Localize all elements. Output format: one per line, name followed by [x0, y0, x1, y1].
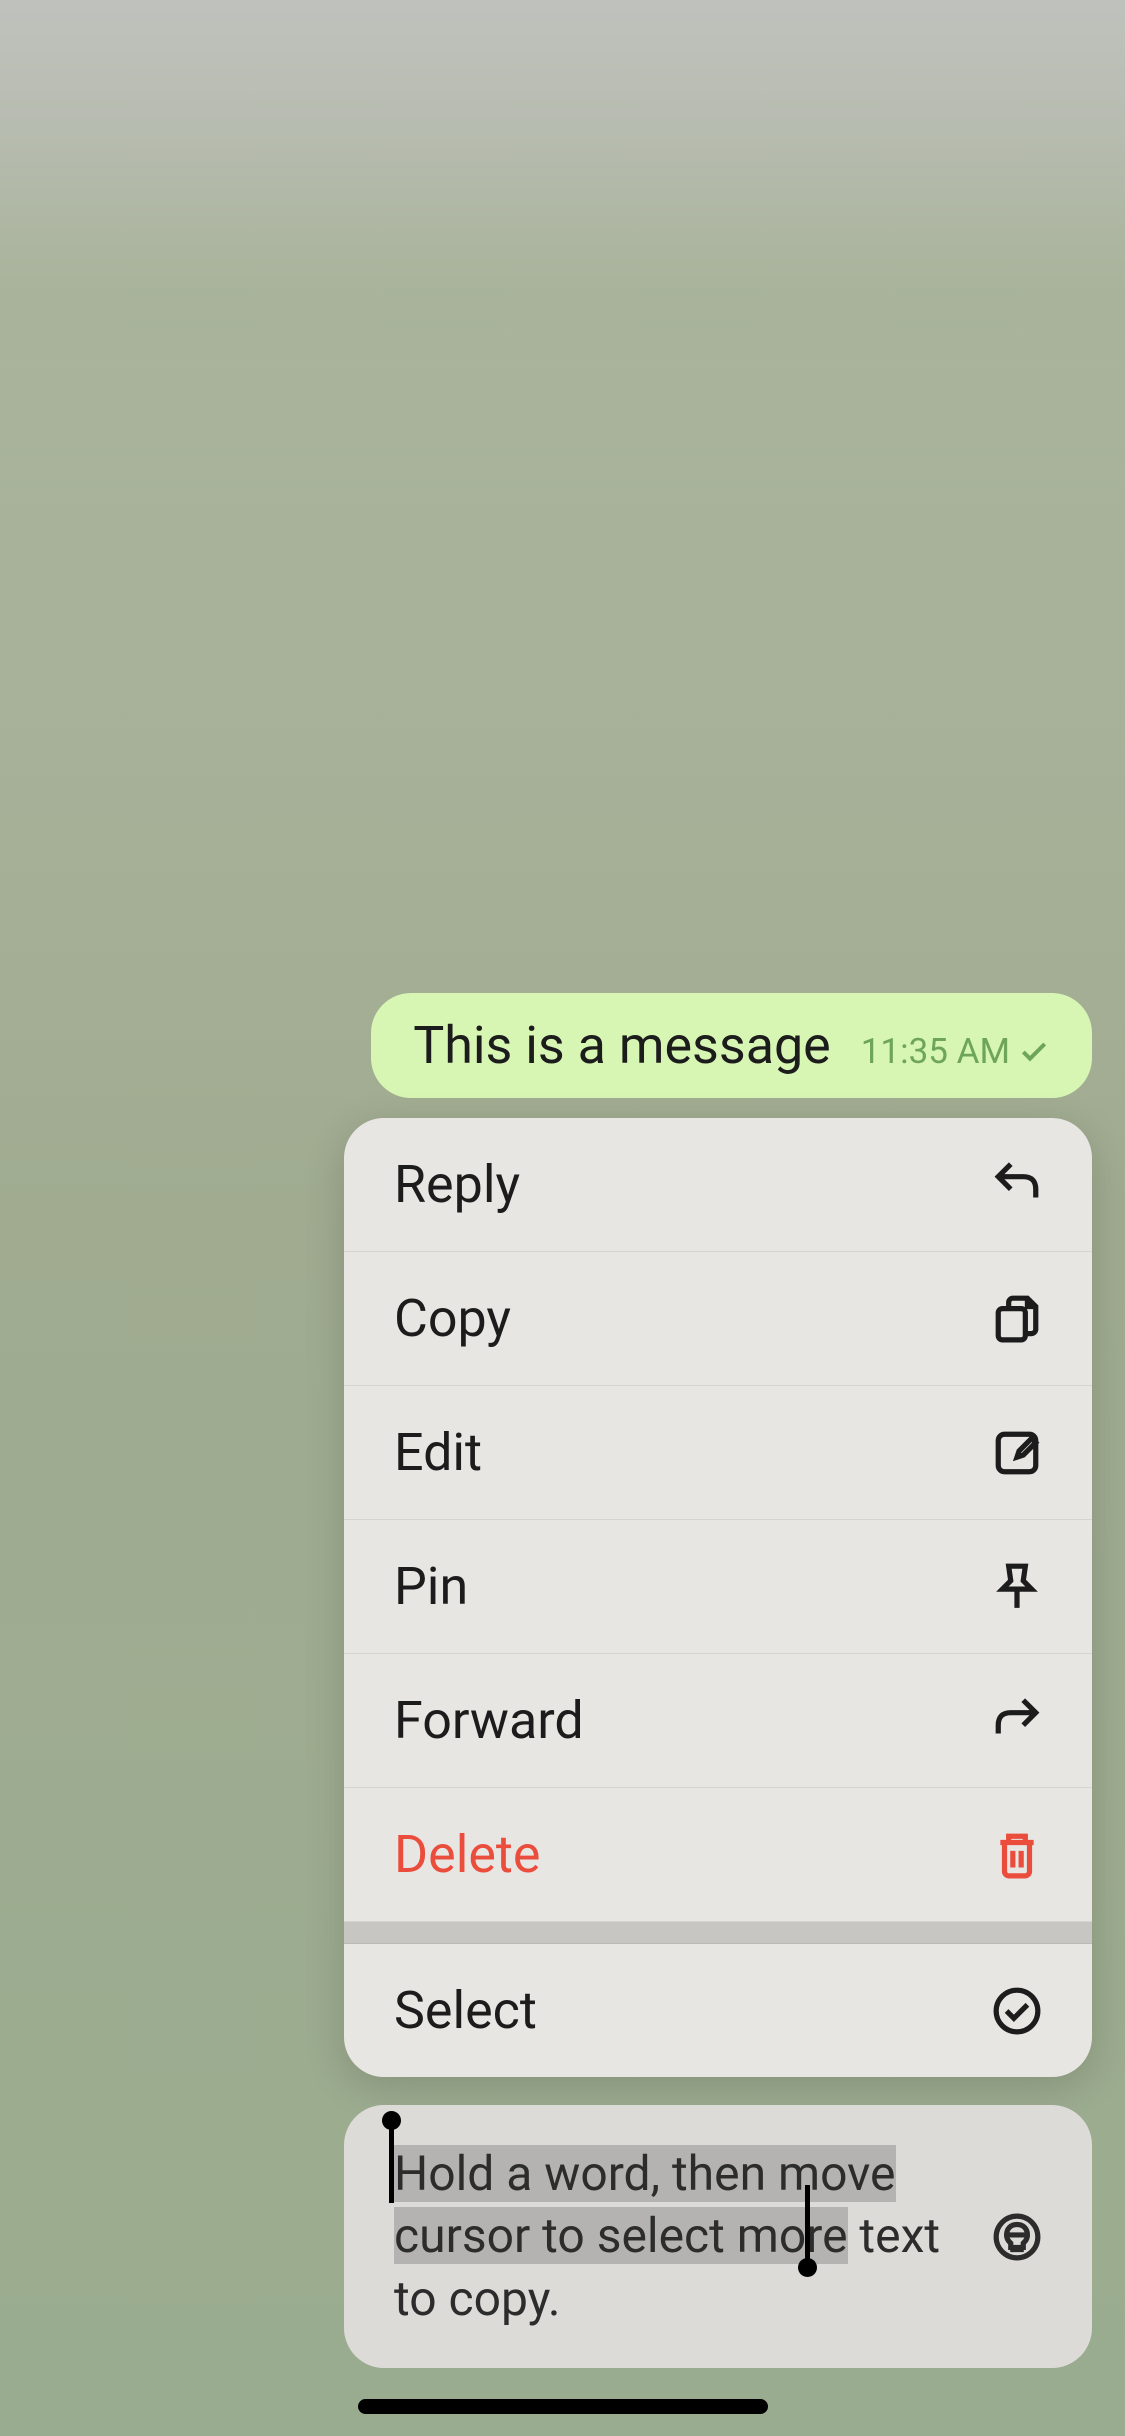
menu-label: Select — [394, 1980, 537, 2041]
lightbulb-icon — [992, 2212, 1042, 2262]
message-bubble[interactable]: This is a message 11:35 AM — [371, 993, 1092, 1098]
message-timestamp: 11:35 AM — [861, 1031, 1010, 1072]
hint-text-container[interactable]: Hold a word, then move cursor to select … — [394, 2143, 962, 2330]
menu-label: Forward — [394, 1690, 584, 1751]
menu-label: Pin — [394, 1556, 468, 1617]
sent-checkmark-icon — [1018, 1036, 1050, 1068]
menu-label: Edit — [394, 1422, 482, 1483]
chat-screen: This is a message 11:35 AM Reply Copy Ed… — [0, 0, 1125, 2436]
home-indicator[interactable] — [358, 2399, 768, 2414]
hint-tooltip: Hold a word, then move cursor to select … — [344, 2105, 1092, 2368]
reply-icon — [992, 1160, 1042, 1210]
pin-icon — [992, 1562, 1042, 1612]
menu-label: Copy — [394, 1288, 511, 1349]
selection-cursor-end[interactable] — [805, 2185, 810, 2263]
edit-icon — [992, 1428, 1042, 1478]
menu-label: Reply — [394, 1154, 520, 1215]
menu-item-pin[interactable]: Pin — [344, 1520, 1092, 1654]
select-icon — [992, 1986, 1042, 2036]
selection-cursor-start[interactable] — [389, 2125, 394, 2203]
hint-highlighted-text: Hold a word, then move cursor to select … — [394, 2145, 896, 2264]
menu-item-edit[interactable]: Edit — [344, 1386, 1092, 1520]
copy-icon — [992, 1294, 1042, 1344]
menu-separator — [344, 1922, 1092, 1944]
menu-item-forward[interactable]: Forward — [344, 1654, 1092, 1788]
context-menu: Reply Copy Edit Pin — [344, 1118, 1092, 2077]
menu-item-delete[interactable]: Delete — [344, 1788, 1092, 1922]
menu-item-select[interactable]: Select — [344, 1944, 1092, 2077]
message-meta: 11:35 AM — [861, 1031, 1050, 1072]
forward-icon — [992, 1696, 1042, 1746]
menu-label: Delete — [394, 1824, 541, 1885]
hint-text: Hold a word, then move cursor to select … — [394, 2143, 962, 2330]
menu-item-reply[interactable]: Reply — [344, 1118, 1092, 1252]
trash-icon — [992, 1830, 1042, 1880]
message-text: This is a message — [413, 1015, 831, 1076]
menu-item-copy[interactable]: Copy — [344, 1252, 1092, 1386]
